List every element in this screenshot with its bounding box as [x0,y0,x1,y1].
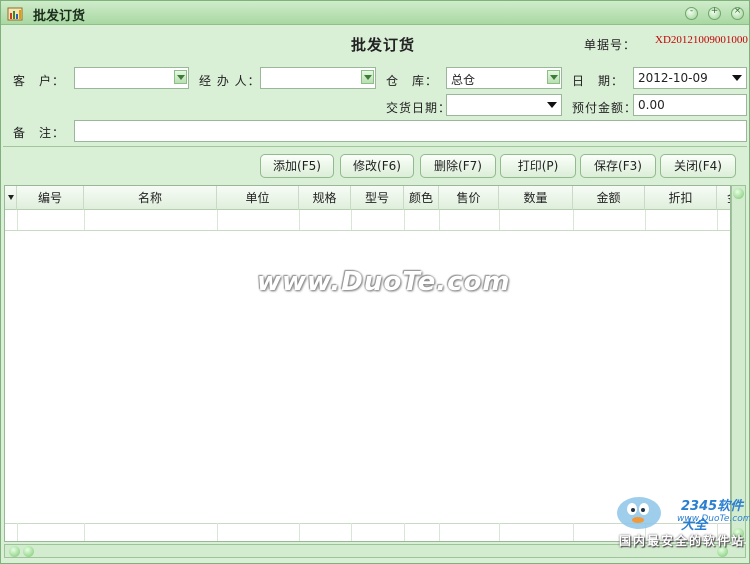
warehouse-label: 仓 库： [386,74,439,88]
print-button[interactable]: 打印(P) [500,154,576,178]
col-model[interactable]: 型号 [351,186,404,210]
date-value: 2012-10-09 [638,71,708,85]
cell-border [84,210,85,230]
delete-button[interactable]: 删除(F7) [420,154,496,178]
agent-label: 经 办 人： [199,74,261,88]
col-amount[interactable]: 金额 [573,186,645,210]
save-button[interactable]: 保存(F3) [580,154,656,178]
col-name[interactable]: 名称 [84,186,217,210]
cell-border [573,523,574,541]
scroll-left-button[interactable] [9,546,20,557]
cell-border [645,210,646,230]
doc-no-value: XD20121009001000 [655,34,748,46]
cell-border [299,523,300,541]
col-discount[interactable]: 折扣 [645,186,717,210]
logo-url: www.DuoTe.com [677,514,750,524]
warehouse-dropdown-button[interactable] [547,70,560,84]
warehouse-value: 总仓 [451,73,476,87]
edit-button[interactable]: 修改(F6) [340,154,414,178]
cell-border [17,210,18,230]
date-label: 日 期： [572,74,625,88]
cell-border [17,523,18,541]
close-icon: × [733,6,742,16]
table-row-divider [5,230,730,231]
cell-border [351,523,352,541]
scroll-thumb[interactable] [23,546,34,557]
col-code[interactable]: 编号 [17,186,84,210]
title-bar: 批发订货 - + × [1,1,749,25]
customer-label: 客 户： [13,74,66,88]
minimize-button[interactable]: - [685,6,698,20]
duote-logo: 2345软件大全 www.DuoTe.com 国内最安全的软件站 [609,487,750,561]
form-heading: 批发订货 [351,36,416,54]
cell-border [499,523,500,541]
order-window: 批发订货 - + × 批发订货 单据号： XD20121009001000 客 … [0,0,750,564]
scroll-up-button[interactable] [733,188,744,199]
form-divider [3,146,747,147]
close-button[interactable]: × [731,6,744,20]
date-dropdown-icon[interactable] [732,75,742,81]
col-spec[interactable]: 规格 [299,186,351,210]
date-picker[interactable]: 2012-10-09 [633,67,747,89]
chevron-down-icon [364,75,372,80]
cell-border [717,210,718,230]
order-form: 批发订货 单据号： XD20121009001000 客 户： 经 办 人： 仓… [3,26,748,144]
cell-border [499,210,500,230]
maximize-button[interactable]: + [708,6,721,20]
agent-combo[interactable] [260,67,376,89]
delivery-date-label: 交货日期： [386,101,452,115]
cell-border [84,523,85,541]
add-button[interactable]: 添加(F5) [260,154,334,178]
cell-border [573,210,574,230]
col-price[interactable]: 售价 [439,186,499,210]
close-form-button[interactable]: 关闭(F4) [660,154,736,178]
row-indicator-header [5,186,17,210]
customer-dropdown-button[interactable] [174,70,187,84]
cell-border [217,210,218,230]
cell-border [217,523,218,541]
agent-dropdown-button[interactable] [361,70,374,84]
col-unit[interactable]: 单位 [217,186,299,210]
remark-input[interactable] [74,120,747,142]
col-quantity[interactable]: 数量 [499,186,573,210]
col-color[interactable]: 颜色 [404,186,439,210]
warehouse-combo[interactable]: 总仓 [446,67,562,89]
duote-watermark: www.DuoTe.com [257,267,511,297]
maximize-icon: + [710,6,719,16]
app-icon [7,5,23,21]
cell-border [439,210,440,230]
cell-border [299,210,300,230]
row-indicator-icon [8,195,14,200]
col-total[interactable]: 金 [717,186,730,210]
prepay-value: 0.00 [638,98,665,112]
window-title: 批发订货 [33,9,86,24]
mascot-icon [617,497,661,529]
remark-label: 备 注： [13,126,66,140]
prepay-input[interactable]: 0.00 [633,94,747,116]
cell-border [404,523,405,541]
chevron-down-icon [177,75,185,80]
customer-combo[interactable] [74,67,189,89]
cell-border [439,523,440,541]
logo-slogan: 国内最安全的软件站 [619,534,746,548]
delivery-date-picker[interactable] [446,94,562,116]
delivery-date-dropdown-icon[interactable] [547,102,557,108]
cell-border [404,210,405,230]
doc-no-label: 单据号： [584,38,637,52]
chevron-down-icon [550,75,558,80]
cell-border [351,210,352,230]
table-header: 编号 名称 单位 规格 型号 颜色 售价 数量 金额 折扣 金 [5,186,730,210]
prepay-label: 预付金额： [572,101,638,115]
minimize-icon: - [689,6,694,16]
